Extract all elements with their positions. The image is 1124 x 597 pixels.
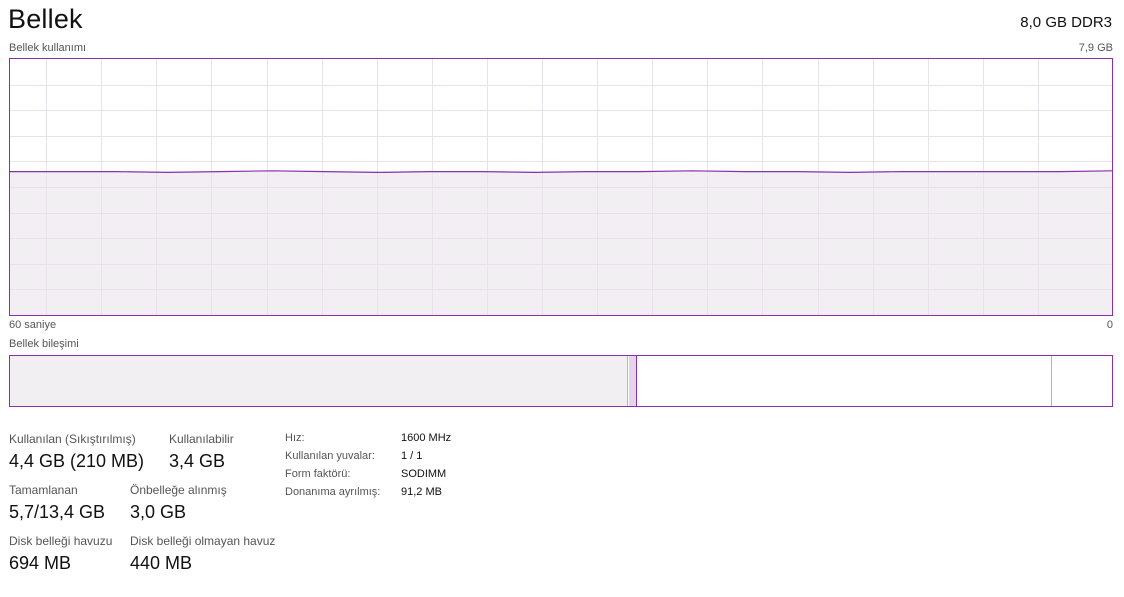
memory-usage-graph <box>9 58 1113 316</box>
detail-value-form-factor: SODIMM <box>401 468 447 480</box>
stat-value-cached: 3,0 GB <box>130 502 187 522</box>
stat-label-committed: Tamamlanan <box>9 483 78 497</box>
detail-label-speed: Hız: <box>285 432 305 444</box>
stat-value-in-use: 4,4 GB (210 MB) <box>9 451 145 471</box>
stat-value-available: 3,4 GB <box>169 451 226 471</box>
stat-label-nonpaged-pool: Disk belleği olmayan havuz <box>130 534 276 548</box>
detail-label-slots: Kullanılan yuvalar: <box>285 450 375 462</box>
stat-label-in-use: Kullanılan (Sıkıştırılmış) <box>9 432 136 446</box>
stat-value-paged-pool: 694 MB <box>9 553 72 573</box>
memory-composition-bar <box>9 355 1113 407</box>
detail-value-speed: 1600 MHz <box>401 432 452 444</box>
detail-value-hardware-reserved: 91,2 MB <box>401 486 442 498</box>
stat-label-available: Kullanılabilir <box>169 432 234 446</box>
page-title: Bellek <box>8 4 83 34</box>
composition-free <box>1053 356 1112 406</box>
detail-label-form-factor: Form faktörü: <box>285 468 351 480</box>
memory-spec: 8,0 GB DDR3 <box>1020 14 1112 31</box>
graph-axis-start: 60 saniye <box>9 319 57 331</box>
detail-value-slots: 1 / 1 <box>401 450 423 462</box>
usage-line <box>10 170 1112 174</box>
usage-graph-max: 7,9 GB <box>1078 42 1113 54</box>
composition-in-use <box>10 356 628 406</box>
memory-usage-chart <box>10 59 1112 315</box>
stat-value-committed: 5,7/13,4 GB <box>9 502 106 522</box>
usage-area <box>10 171 1112 315</box>
composition-modified <box>629 356 637 406</box>
stat-value-nonpaged-pool: 440 MB <box>130 553 193 573</box>
composition-label: Bellek bileşimi <box>9 338 79 350</box>
usage-graph-label: Bellek kullanımı <box>9 42 87 54</box>
graph-axis-end: 0 <box>1106 319 1113 331</box>
detail-label-hardware-reserved: Donanıma ayrılmış: <box>285 486 381 498</box>
composition-standby <box>638 356 1052 406</box>
stat-label-cached: Önbelleğe alınmış <box>130 483 227 497</box>
stat-label-paged-pool: Disk belleği havuzu <box>9 534 113 548</box>
